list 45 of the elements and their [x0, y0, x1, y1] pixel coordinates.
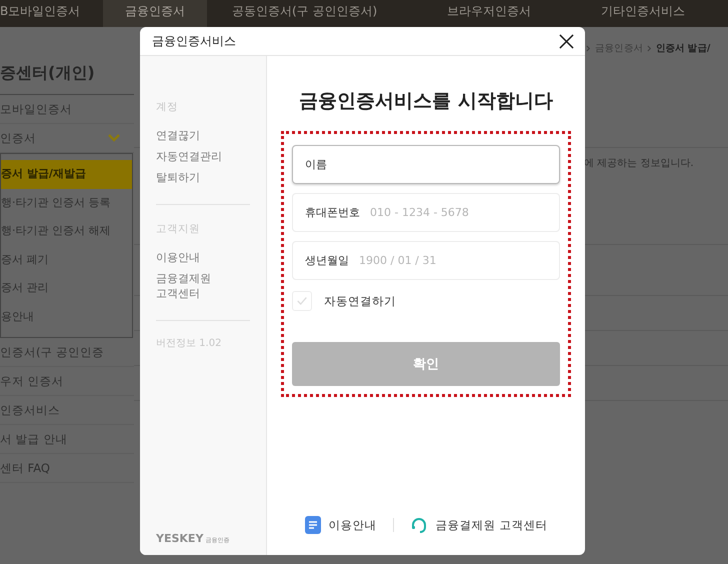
check-icon	[296, 295, 308, 307]
nav-tab[interactable]: 기타인증서비스	[579, 0, 708, 27]
footer-link[interactable]: 금융결제원 고객센터	[436, 518, 548, 532]
nav-tab[interactable]: 공동인증서(구 공인인증서)	[207, 0, 426, 27]
nav-tab[interactable]: B모바일인증서	[0, 0, 103, 27]
menu-link[interactable]: 자동연결관리	[156, 149, 236, 164]
sidebar-item[interactable]: 인증서	[0, 124, 134, 153]
sidebar-item[interactable]: 센터 FAQ	[0, 454, 134, 483]
field-label: 생년월일	[305, 253, 349, 268]
field-frame[interactable]: 생년월일 1900 / 01 / 31	[292, 241, 560, 280]
section-title: 증센터(개인)	[0, 63, 134, 95]
sidebar-item[interactable]: 서 발급 안내	[0, 425, 134, 454]
checkbox[interactable]	[292, 291, 312, 311]
sidebar-item[interactable]: 우저 인증서	[0, 367, 134, 396]
document-icon	[304, 516, 321, 534]
dialog-title: 금융인증서비스	[152, 32, 236, 50]
nav-tab[interactable]: 브라우저인증서	[425, 0, 580, 27]
footer-link[interactable]: 이용안내	[328, 518, 377, 532]
sidebar-item[interactable]: 모바일인증서	[0, 95, 134, 124]
submenu-item[interactable]: 증서 발급/재발급	[1, 160, 132, 188]
submenu-item[interactable]: 행·타기관 인증서 해제	[1, 217, 132, 246]
submenu-item[interactable]: 증서 관리	[1, 274, 132, 302]
menu-link[interactable]: 이용안내	[156, 250, 236, 265]
field-label: 이름	[305, 157, 327, 172]
menu-link[interactable]: 연결끊기	[156, 128, 236, 143]
chevron-icon	[647, 44, 652, 52]
submenu-item[interactable]: 행·타기관 인증서 등록	[1, 188, 132, 217]
checkbox-label: 자동연결하기	[324, 294, 396, 308]
nav-tab[interactable]: 금융인증서	[103, 0, 207, 27]
field-frame[interactable]: 이름	[292, 145, 560, 184]
sidebar-item[interactable]: 인증서(구 공인인증	[0, 338, 134, 367]
sidebar-item[interactable]: 인증서비스	[0, 396, 134, 425]
dialog-heading: 금융인증서비스를 시작합니다	[299, 89, 553, 114]
logo-text: YESKEY	[156, 532, 204, 545]
menu-link[interactable]: 금융결제원 고객센터	[156, 271, 236, 301]
submenu-item[interactable]: 용안내	[1, 302, 132, 331]
close-button[interactable]	[559, 34, 574, 48]
submenu-item[interactable]: 증서 폐기	[1, 246, 132, 274]
field-label: 휴대폰번호	[305, 205, 360, 220]
breadcrumb-link[interactable]: 인증서 발급/	[656, 42, 710, 54]
close-icon	[559, 34, 574, 48]
headset-icon	[410, 516, 428, 534]
field-frame[interactable]: 휴대폰번호 010 - 1234 - 5678	[292, 193, 560, 232]
chevron-icon	[586, 44, 591, 52]
menu-link[interactable]: 탈퇴하기	[156, 170, 236, 185]
